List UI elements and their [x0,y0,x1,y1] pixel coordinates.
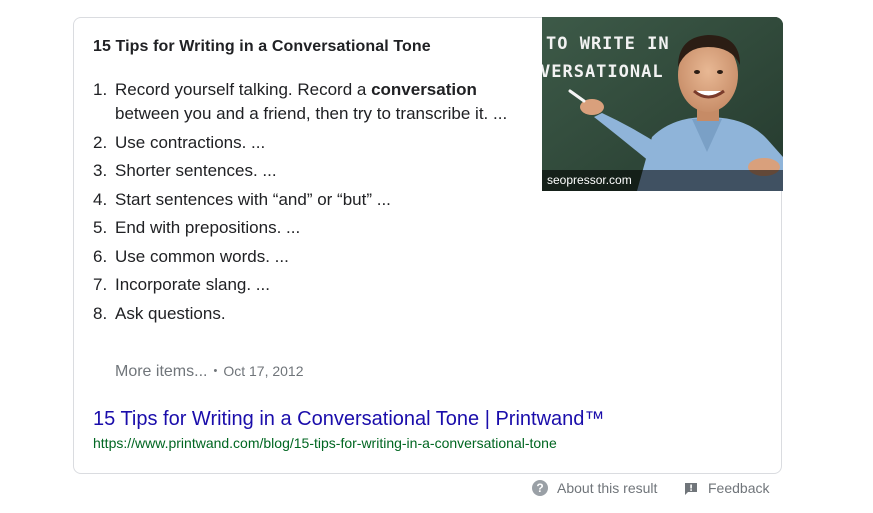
thumbnail-illustration: TO WRITE IN VERSATIONAL [542,17,783,191]
list-item-text: Ask questions. [115,303,226,323]
list-item: 4. Start sentences with “and” or “but” .… [93,188,523,212]
about-this-result-label: About this result [557,480,658,496]
list-item-text: Use common words. ... [115,246,289,266]
list-item: 1. Record yourself talking. Record a con… [93,78,523,126]
list-item-text: Record yourself talking. Record a [115,80,372,99]
result-url: https://www.printwand.com/blog/15-tips-f… [93,435,557,451]
list-item-number: 3. [93,161,108,180]
separator-dot: • [213,365,218,377]
list-item: 3. Shorter sentences. ... [93,159,523,183]
list-item-text: Start sentences with “and” or “but” ... [115,189,391,209]
list-item-text: Incorporate slang. ... [115,275,270,294]
list-item-text: Shorter sentences. ... [115,161,277,180]
list-item-number: 4. [93,189,108,209]
chalkboard-text-line1: TO WRITE IN [546,34,670,54]
list-item: 8. Ask questions. [93,302,523,326]
list-item-number: 6. [93,246,108,266]
list-item-number: 8. [93,303,108,323]
feedback-label: Feedback [708,480,770,496]
list-item-text: End with prepositions. ... [115,218,301,237]
person-eye-right [717,70,723,74]
list-item: 7. Incorporate slang. ... [93,273,523,297]
person-eye-left [694,70,700,74]
list-item-number: 1. [93,80,108,99]
featured-snippet-card: 15 Tips for Writing in a Conversational … [73,17,783,474]
chalkboard-text-line2: VERSATIONAL [542,62,664,82]
list-item-number: 5. [93,218,108,237]
feedback-button[interactable]: Feedback [684,480,769,496]
more-items-row: More items... • Oct 17, 2012 [115,363,304,381]
snippet-title: 15 Tips for Writing in a Conversational … [93,38,431,55]
tips-list: 1. Record yourself talking. Record a con… [93,78,523,330]
list-item: 5. End with prepositions. ... [93,216,523,240]
more-items-link[interactable]: More items... [115,363,207,380]
question-circle-icon: ? [532,480,548,496]
about-this-result-button[interactable]: ? About this result [532,480,657,496]
list-item: 6. Use common words. ... [93,245,523,269]
thumbnail-caption: seopressor.com [542,170,783,191]
list-item: 2. Use contractions. ... [93,131,523,155]
feedback-icon [685,482,697,495]
snippet-date: Oct 17, 2012 [223,363,304,379]
list-item-bold-text: conversation [371,80,477,99]
result-title-link[interactable]: 15 Tips for Writing in a Conversational … [93,408,604,431]
list-item-number: 7. [93,275,108,294]
list-item-number: 2. [93,132,108,152]
list-item-text: Use contractions. ... [115,132,266,152]
list-item-text-continued: between you and a friend, then try to tr… [115,104,508,123]
snippet-thumbnail[interactable]: TO WRITE IN VERSATIONAL seopressor.com [542,17,783,191]
